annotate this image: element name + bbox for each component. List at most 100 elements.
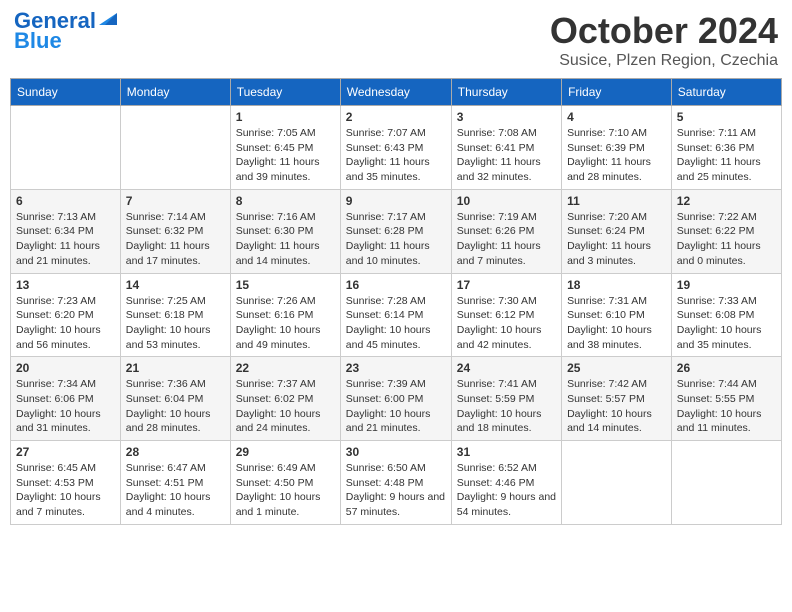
day-info: Sunrise: 6:45 AMSunset: 4:53 PMDaylight:… [16, 461, 115, 520]
month-title: October 2024 [550, 10, 778, 52]
day-info: Sunrise: 7:10 AMSunset: 6:39 PMDaylight:… [567, 126, 666, 185]
day-number: 28 [126, 445, 225, 459]
day-info: Sunrise: 6:47 AMSunset: 4:51 PMDaylight:… [126, 461, 225, 520]
calendar-cell: 17 Sunrise: 7:30 AMSunset: 6:12 PMDayligh… [451, 273, 561, 357]
day-info: Sunrise: 7:28 AMSunset: 6:14 PMDaylight:… [346, 294, 446, 353]
day-info: Sunrise: 7:16 AMSunset: 6:30 PMDaylight:… [236, 210, 335, 269]
day-number: 20 [16, 361, 115, 375]
day-number: 3 [457, 110, 556, 124]
calendar-cell: 23 Sunrise: 7:39 AMSunset: 6:00 PMDayligh… [340, 357, 451, 441]
day-number: 17 [457, 278, 556, 292]
location: Susice, Plzen Region, Czechia [550, 52, 778, 70]
day-info: Sunrise: 7:30 AMSunset: 6:12 PMDaylight:… [457, 294, 556, 353]
day-number: 23 [346, 361, 446, 375]
calendar-cell: 8 Sunrise: 7:16 AMSunset: 6:30 PMDaylight… [230, 189, 340, 273]
day-number: 24 [457, 361, 556, 375]
calendar-cell: 14 Sunrise: 7:25 AMSunset: 6:18 PMDayligh… [120, 273, 230, 357]
day-number: 6 [16, 194, 115, 208]
day-info: Sunrise: 7:05 AMSunset: 6:45 PMDaylight:… [236, 126, 335, 185]
calendar-cell: 6 Sunrise: 7:13 AMSunset: 6:34 PMDaylight… [11, 189, 121, 273]
day-info: Sunrise: 7:08 AMSunset: 6:41 PMDaylight:… [457, 126, 556, 185]
day-info: Sunrise: 7:23 AMSunset: 6:20 PMDaylight:… [16, 294, 115, 353]
day-number: 19 [677, 278, 776, 292]
day-info: Sunrise: 7:14 AMSunset: 6:32 PMDaylight:… [126, 210, 225, 269]
calendar-cell: 3 Sunrise: 7:08 AMSunset: 6:41 PMDaylight… [451, 106, 561, 190]
calendar-week-row: 1Sunrise: 7:05 AMSunset: 6:45 PMDaylight… [11, 106, 782, 190]
calendar-cell: 27 Sunrise: 6:45 AMSunset: 4:53 PMDayligh… [11, 441, 121, 525]
calendar-cell: 12Sunrise: 7:22 AMSunset: 6:22 PMDayligh… [671, 189, 781, 273]
weekday-header-row: SundayMondayTuesdayWednesdayThursdayFrid… [11, 79, 782, 106]
calendar-cell: 1Sunrise: 7:05 AMSunset: 6:45 PMDaylight… [230, 106, 340, 190]
day-info: Sunrise: 7:44 AMSunset: 5:55 PMDaylight:… [677, 377, 776, 436]
calendar-cell: 28 Sunrise: 6:47 AMSunset: 4:51 PMDayligh… [120, 441, 230, 525]
day-number: 8 [236, 194, 335, 208]
logo-blue: Blue [14, 30, 62, 52]
calendar-cell: 7 Sunrise: 7:14 AMSunset: 6:32 PMDaylight… [120, 189, 230, 273]
calendar-week-row: 6 Sunrise: 7:13 AMSunset: 6:34 PMDaylight… [11, 189, 782, 273]
day-info: Sunrise: 7:41 AMSunset: 5:59 PMDaylight:… [457, 377, 556, 436]
calendar-cell: 22 Sunrise: 7:37 AMSunset: 6:02 PMDayligh… [230, 357, 340, 441]
day-info: Sunrise: 7:26 AMSunset: 6:16 PMDaylight:… [236, 294, 335, 353]
day-number: 21 [126, 361, 225, 375]
day-info: Sunrise: 7:42 AMSunset: 5:57 PMDaylight:… [567, 377, 666, 436]
weekday-header: Wednesday [340, 79, 451, 106]
day-number: 5 [677, 110, 776, 124]
calendar-cell [11, 106, 121, 190]
calendar-week-row: 13 Sunrise: 7:23 AMSunset: 6:20 PMDayligh… [11, 273, 782, 357]
day-number: 15 [236, 278, 335, 292]
calendar-cell: 24 Sunrise: 7:41 AMSunset: 5:59 PMDayligh… [451, 357, 561, 441]
logo-bird-icon [99, 9, 117, 25]
day-number: 31 [457, 445, 556, 459]
calendar-cell: 20Sunrise: 7:34 AMSunset: 6:06 PMDayligh… [11, 357, 121, 441]
calendar-cell: 4Sunrise: 7:10 AMSunset: 6:39 PMDaylight… [562, 106, 672, 190]
calendar-week-row: 27 Sunrise: 6:45 AMSunset: 4:53 PMDayligh… [11, 441, 782, 525]
weekday-header: Sunday [11, 79, 121, 106]
day-number: 22 [236, 361, 335, 375]
weekday-header: Tuesday [230, 79, 340, 106]
calendar-cell: 16Sunrise: 7:28 AMSunset: 6:14 PMDayligh… [340, 273, 451, 357]
calendar-cell: 26Sunrise: 7:44 AMSunset: 5:55 PMDayligh… [671, 357, 781, 441]
calendar-cell: 5Sunrise: 7:11 AMSunset: 6:36 PMDaylight… [671, 106, 781, 190]
calendar-cell: 30Sunrise: 6:50 AMSunset: 4:48 PMDayligh… [340, 441, 451, 525]
weekday-header: Thursday [451, 79, 561, 106]
day-number: 9 [346, 194, 446, 208]
calendar-cell: 11Sunrise: 7:20 AMSunset: 6:24 PMDayligh… [562, 189, 672, 273]
day-info: Sunrise: 7:31 AMSunset: 6:10 PMDaylight:… [567, 294, 666, 353]
day-number: 11 [567, 194, 666, 208]
calendar-cell: 2Sunrise: 7:07 AMSunset: 6:43 PMDaylight… [340, 106, 451, 190]
day-number: 10 [457, 194, 556, 208]
calendar-cell [562, 441, 672, 525]
calendar-cell [671, 441, 781, 525]
day-info: Sunrise: 7:19 AMSunset: 6:26 PMDaylight:… [457, 210, 556, 269]
day-number: 2 [346, 110, 446, 124]
title-area: October 2024 Susice, Plzen Region, Czech… [550, 10, 778, 70]
day-info: Sunrise: 7:36 AMSunset: 6:04 PMDaylight:… [126, 377, 225, 436]
day-info: Sunrise: 7:25 AMSunset: 6:18 PMDaylight:… [126, 294, 225, 353]
logo: General Blue [14, 10, 117, 52]
calendar-cell: 21 Sunrise: 7:36 AMSunset: 6:04 PMDayligh… [120, 357, 230, 441]
day-info: Sunrise: 6:49 AMSunset: 4:50 PMDaylight:… [236, 461, 335, 520]
calendar-cell: 29 Sunrise: 6:49 AMSunset: 4:50 PMDayligh… [230, 441, 340, 525]
day-number: 25 [567, 361, 666, 375]
day-info: Sunrise: 7:39 AMSunset: 6:00 PMDaylight:… [346, 377, 446, 436]
day-number: 12 [677, 194, 776, 208]
day-info: Sunrise: 7:13 AMSunset: 6:34 PMDaylight:… [16, 210, 115, 269]
day-number: 18 [567, 278, 666, 292]
day-number: 29 [236, 445, 335, 459]
calendar-cell: 10 Sunrise: 7:19 AMSunset: 6:26 PMDayligh… [451, 189, 561, 273]
day-number: 13 [16, 278, 115, 292]
day-number: 7 [126, 194, 225, 208]
calendar-table: SundayMondayTuesdayWednesdayThursdayFrid… [10, 78, 782, 525]
day-number: 27 [16, 445, 115, 459]
day-info: Sunrise: 7:37 AMSunset: 6:02 PMDaylight:… [236, 377, 335, 436]
weekday-header: Saturday [671, 79, 781, 106]
day-number: 14 [126, 278, 225, 292]
calendar-week-row: 20Sunrise: 7:34 AMSunset: 6:06 PMDayligh… [11, 357, 782, 441]
calendar-cell: 15 Sunrise: 7:26 AMSunset: 6:16 PMDayligh… [230, 273, 340, 357]
day-info: Sunrise: 7:17 AMSunset: 6:28 PMDaylight:… [346, 210, 446, 269]
calendar-cell: 19Sunrise: 7:33 AMSunset: 6:08 PMDayligh… [671, 273, 781, 357]
calendar-cell: 18 Sunrise: 7:31 AMSunset: 6:10 PMDayligh… [562, 273, 672, 357]
weekday-header: Monday [120, 79, 230, 106]
calendar-cell [120, 106, 230, 190]
weekday-header: Friday [562, 79, 672, 106]
